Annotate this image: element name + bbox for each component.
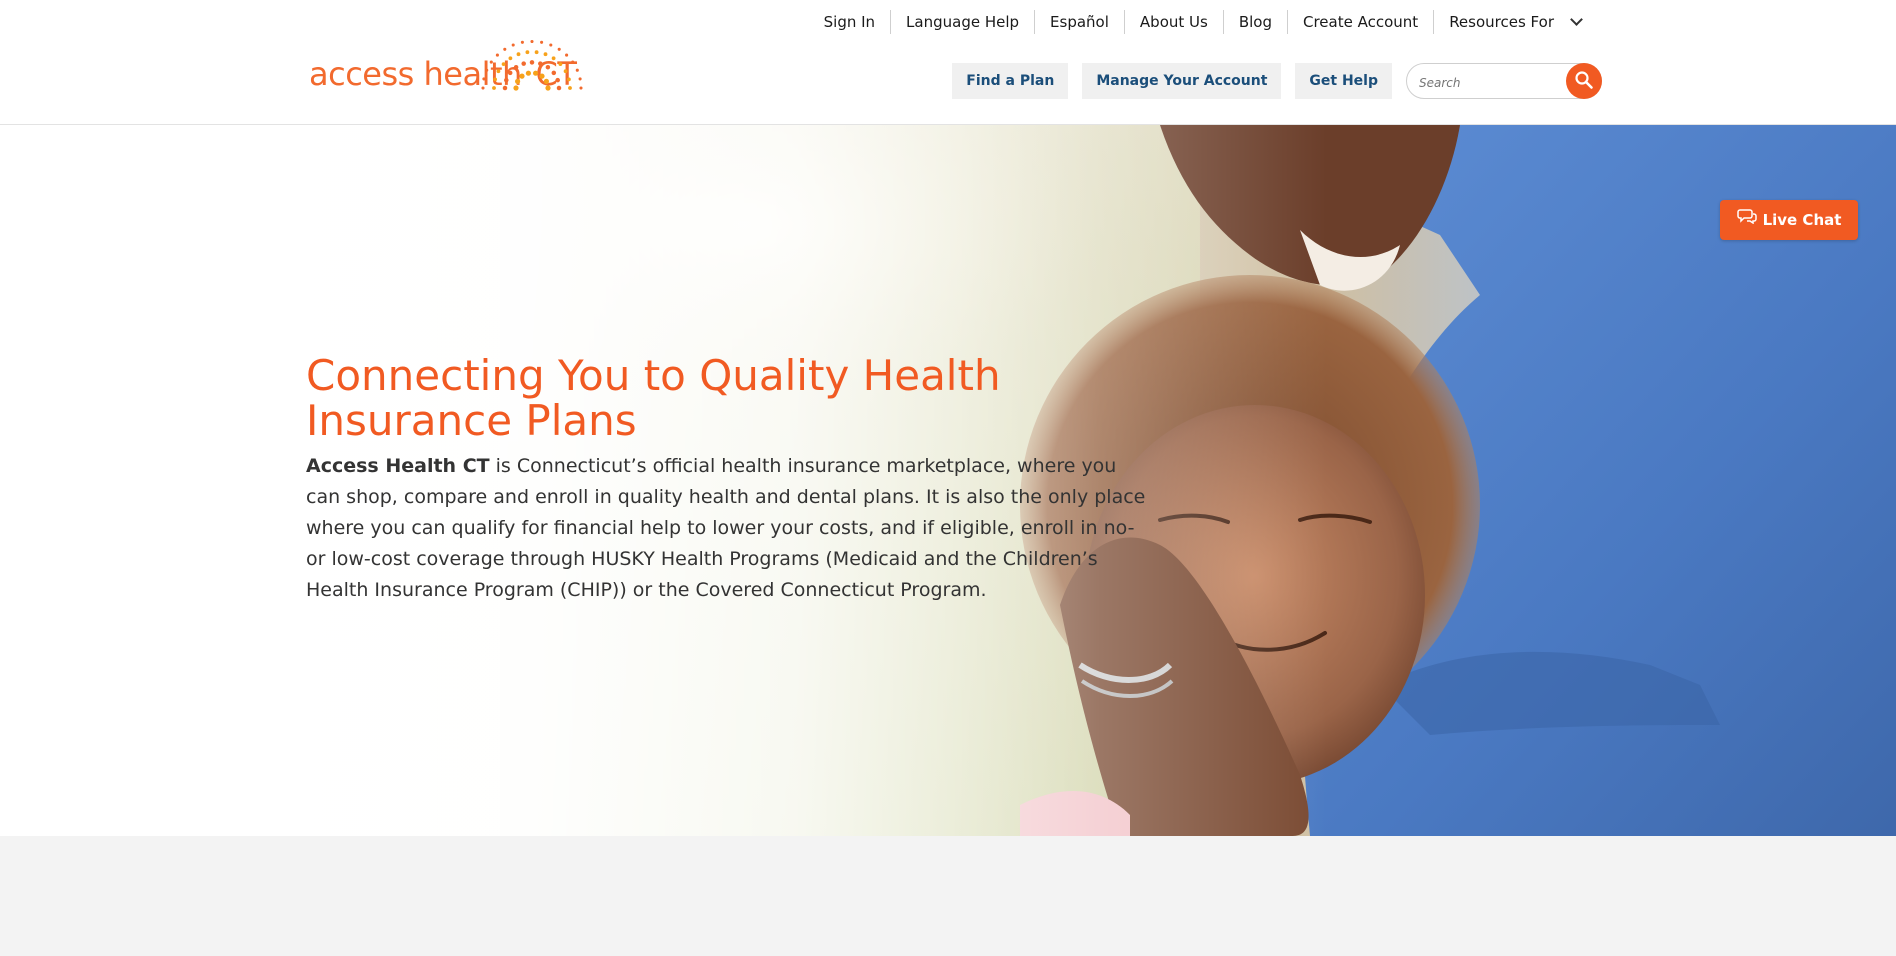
resources-for-label: Resources For xyxy=(1449,13,1554,31)
main-nav: Find a Plan Manage Your Account Get Help xyxy=(952,62,1602,100)
hero-description: Access Health CT is Connecticut’s offici… xyxy=(306,451,1146,606)
search-input[interactable] xyxy=(1417,72,1561,94)
chevron-down-icon xyxy=(1570,13,1583,26)
live-chat-label: Live Chat xyxy=(1762,211,1842,229)
sign-in-link[interactable]: Sign In xyxy=(809,10,890,34)
chat-bubble-icon xyxy=(1736,209,1757,224)
site-header: access health CT Sign In Language Help E… xyxy=(0,0,1896,125)
sunburst-logo-icon xyxy=(481,39,583,91)
utility-nav: Sign In Language Help Español About Us B… xyxy=(809,10,1596,34)
about-us-link[interactable]: About Us xyxy=(1123,10,1223,34)
find-a-plan-button[interactable]: Find a Plan xyxy=(952,63,1069,99)
next-section-band xyxy=(0,836,1896,956)
access-health-ct-logo[interactable]: access health CT xyxy=(309,30,583,100)
espanol-link[interactable]: Español xyxy=(1034,10,1124,34)
search-button[interactable] xyxy=(1566,63,1602,99)
create-account-link[interactable]: Create Account xyxy=(1287,10,1433,34)
resources-for-dropdown[interactable]: Resources For xyxy=(1433,10,1596,34)
live-chat-button[interactable]: Live Chat xyxy=(1720,200,1858,240)
blog-link[interactable]: Blog xyxy=(1222,10,1287,34)
language-help-link[interactable]: Language Help xyxy=(890,10,1034,34)
hero-banner: Connecting You to Quality Health Insuran… xyxy=(0,125,1896,836)
search-box xyxy=(1406,63,1602,99)
search-icon xyxy=(1575,71,1593,89)
hero-description-lead: Access Health CT xyxy=(306,455,490,477)
manage-your-account-button[interactable]: Manage Your Account xyxy=(1082,63,1282,99)
get-help-button[interactable]: Get Help xyxy=(1295,63,1392,99)
hero-title: Connecting You to Quality Health Insuran… xyxy=(306,351,1001,445)
